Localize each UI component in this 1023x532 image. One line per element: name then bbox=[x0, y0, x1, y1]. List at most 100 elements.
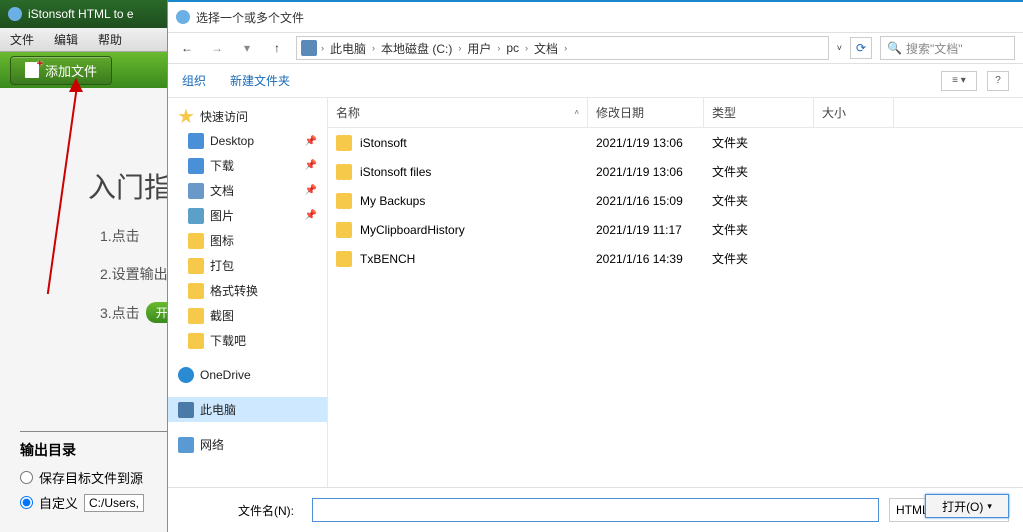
sidebar-quick-access[interactable]: 快速访问 bbox=[168, 104, 327, 129]
sidebar-item-label: 打包 bbox=[210, 257, 234, 274]
search-placeholder: 搜索"文档" bbox=[906, 40, 963, 57]
sidebar-item[interactable]: 截图 bbox=[168, 303, 327, 328]
sidebar-item[interactable]: 下载吧 bbox=[168, 328, 327, 353]
dialog-bottom: 文件名(N): HTML or HTM files(* bbox=[168, 487, 1023, 532]
file-name: iStonsoft bbox=[360, 136, 407, 150]
file-row[interactable]: My Backups 2021/1/16 15:09文件夹 bbox=[328, 186, 1023, 215]
file-open-dialog: 选择一个或多个文件 ← → ▾ ↑ › 此电脑 › 本地磁盘 (C:) › 用户… bbox=[167, 0, 1023, 532]
col-type[interactable]: 类型 bbox=[704, 98, 814, 127]
dialog-globe-icon bbox=[176, 10, 190, 24]
pin-icon: 📌 bbox=[305, 185, 317, 196]
app-globe-icon bbox=[8, 7, 22, 21]
file-size bbox=[814, 253, 894, 265]
file-date: 2021/1/19 11:17 bbox=[588, 217, 704, 243]
bc-2[interactable]: 用户 bbox=[465, 40, 493, 57]
sidebar-item-label: 图片 bbox=[210, 207, 234, 224]
file-size bbox=[814, 195, 894, 207]
col-date[interactable]: 修改日期 bbox=[588, 98, 704, 127]
sidebar-item[interactable]: 文档📌 bbox=[168, 178, 327, 203]
nav-recent-icon[interactable]: ▾ bbox=[236, 37, 258, 59]
file-name: TxBENCH bbox=[360, 252, 415, 266]
file-size bbox=[814, 137, 894, 149]
nav-up-icon[interactable]: ↑ bbox=[266, 37, 288, 59]
breadcrumb-dropdown-icon[interactable]: ˅ bbox=[837, 43, 842, 53]
file-name: My Backups bbox=[360, 194, 425, 208]
dialog-nav: ← → ▾ ↑ › 此电脑 › 本地磁盘 (C:) › 用户 › pc › 文档… bbox=[168, 32, 1023, 64]
search-icon: 🔍 bbox=[887, 41, 902, 55]
add-files-button[interactable]: 添加文件 bbox=[10, 56, 112, 85]
view-mode-button[interactable]: ≡ ▾ bbox=[941, 71, 977, 91]
file-type: 文件夹 bbox=[704, 186, 814, 215]
folder-icon bbox=[336, 164, 352, 180]
file-list: 名称 ˄ 修改日期 类型 大小 iStonsoft 2021/1/19 13:06… bbox=[328, 98, 1023, 487]
bc-4[interactable]: 文档 bbox=[532, 40, 560, 57]
open-button[interactable]: 打开(O) ▾ bbox=[925, 494, 1009, 518]
menu-file[interactable]: 文件 bbox=[0, 31, 44, 48]
sort-caret-icon: ˄ bbox=[574, 108, 579, 117]
dialog-main: 快速访问 Desktop📌下载📌文档📌图片📌图标打包格式转换截图下载吧 OneD… bbox=[168, 98, 1023, 487]
filename-input[interactable] bbox=[312, 498, 879, 522]
file-name: iStonsoft files bbox=[360, 165, 431, 179]
file-size bbox=[814, 166, 894, 178]
dialog-toolbar: 组织 新建文件夹 ≡ ▾ ? bbox=[168, 64, 1023, 98]
file-row[interactable]: TxBENCH2021/1/16 14:39文件夹 bbox=[328, 244, 1023, 273]
file-type: 文件夹 bbox=[704, 157, 814, 186]
menu-edit[interactable]: 编辑 bbox=[44, 31, 88, 48]
newfolder-button[interactable]: 新建文件夹 bbox=[230, 72, 290, 89]
bc-1[interactable]: 本地磁盘 (C:) bbox=[379, 40, 454, 57]
sidebar-thispc[interactable]: 此电脑 bbox=[168, 397, 327, 422]
menu-help[interactable]: 帮助 bbox=[88, 31, 132, 48]
pc-sidebar-icon bbox=[178, 402, 194, 418]
help-button[interactable]: ? bbox=[987, 71, 1009, 91]
sidebar: 快速访问 Desktop📌下载📌文档📌图片📌图标打包格式转换截图下载吧 OneD… bbox=[168, 98, 328, 487]
search-input[interactable]: 🔍 搜索"文档" bbox=[880, 36, 1015, 60]
dialog-titlebar: 选择一个或多个文件 bbox=[168, 2, 1023, 32]
file-row[interactable]: iStonsoft files 2021/1/19 13:06文件夹 bbox=[328, 157, 1023, 186]
refresh-button[interactable]: ⟳ bbox=[850, 37, 872, 59]
col-size[interactable]: 大小 bbox=[814, 98, 894, 127]
file-name: MyClipboardHistory bbox=[360, 223, 465, 237]
col-name[interactable]: 名称 ˄ bbox=[328, 98, 588, 127]
step3-text: 3.点击 bbox=[100, 303, 140, 323]
folder-icon bbox=[336, 135, 352, 151]
sidebar-item-label: 格式转换 bbox=[210, 282, 258, 299]
file-date: 2021/1/19 13:06 bbox=[588, 159, 704, 185]
folder-icon bbox=[336, 193, 352, 209]
pin-icon: 📌 bbox=[305, 160, 317, 171]
file-row[interactable]: iStonsoft2021/1/19 13:06文件夹 bbox=[328, 128, 1023, 157]
sidebar-item[interactable]: 图标 bbox=[168, 228, 327, 253]
file-row[interactable]: MyClipboardHistory2021/1/19 11:17文件夹 bbox=[328, 215, 1023, 244]
nav-forward-icon[interactable]: → bbox=[206, 37, 228, 59]
organize-button[interactable]: 组织 bbox=[182, 72, 206, 89]
app-title: iStonsoft HTML to e bbox=[28, 7, 134, 21]
nav-back-icon[interactable]: ← bbox=[176, 37, 198, 59]
sidebar-item[interactable]: 打包 bbox=[168, 253, 327, 278]
step1-text: 1.点击 bbox=[100, 226, 140, 246]
bc-0[interactable]: 此电脑 bbox=[328, 40, 368, 57]
add-files-label: 添加文件 bbox=[45, 61, 97, 80]
output-path-box[interactable]: C:/Users, bbox=[84, 494, 144, 512]
folder-icon bbox=[188, 233, 204, 249]
sidebar-item[interactable]: 格式转换 bbox=[168, 278, 327, 303]
file-type: 文件夹 bbox=[704, 244, 814, 273]
onedrive-label: OneDrive bbox=[200, 368, 251, 382]
pin-icon: 📌 bbox=[305, 136, 317, 147]
sidebar-network[interactable]: 网络 bbox=[168, 432, 327, 457]
bc-3[interactable]: pc bbox=[504, 41, 521, 55]
radio-custom[interactable] bbox=[20, 496, 33, 509]
file-date: 2021/1/19 13:06 bbox=[588, 130, 704, 156]
sidebar-item[interactable]: Desktop📌 bbox=[168, 129, 327, 153]
radio-source[interactable] bbox=[20, 471, 33, 484]
file-date: 2021/1/16 15:09 bbox=[588, 188, 704, 214]
sidebar-item[interactable]: 图片📌 bbox=[168, 203, 327, 228]
folder-icon bbox=[188, 333, 204, 349]
add-file-icon bbox=[25, 62, 39, 78]
sidebar-item[interactable]: 下载📌 bbox=[168, 153, 327, 178]
sidebar-item-label: 下载吧 bbox=[210, 332, 246, 349]
dialog-title: 选择一个或多个文件 bbox=[196, 9, 304, 26]
folder-icon bbox=[188, 158, 204, 174]
sidebar-onedrive[interactable]: OneDrive bbox=[168, 363, 327, 387]
bc-sep: › bbox=[321, 43, 324, 53]
filename-label: 文件名(N): bbox=[182, 502, 302, 519]
breadcrumb[interactable]: › 此电脑 › 本地磁盘 (C:) › 用户 › pc › 文档 › bbox=[296, 36, 829, 60]
